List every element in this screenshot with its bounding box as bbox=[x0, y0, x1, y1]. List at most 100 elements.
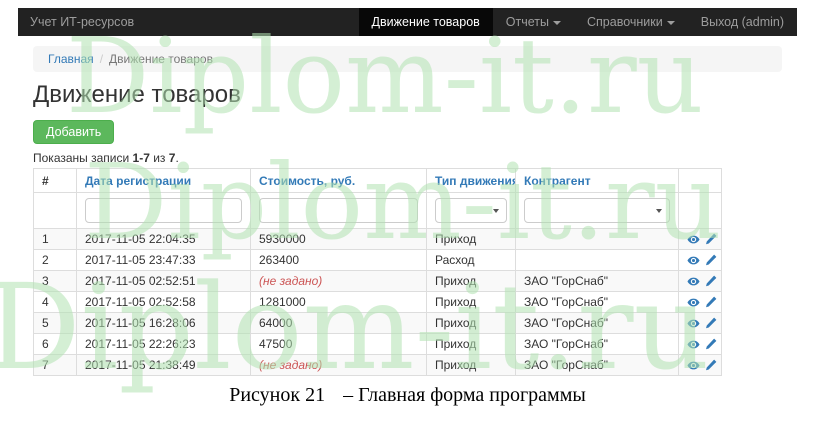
date-filter-cell bbox=[76, 192, 251, 229]
cell-actions bbox=[678, 354, 722, 376]
trash-icon[interactable] bbox=[721, 254, 722, 267]
cell-type: Приход bbox=[426, 354, 516, 376]
header-row: # Дата регистрации Стоимость, руб. Тип д… bbox=[33, 168, 722, 193]
contractor-filter-select[interactable] bbox=[524, 198, 670, 223]
type-filter-select[interactable] bbox=[435, 198, 507, 223]
eye-icon[interactable] bbox=[687, 359, 700, 372]
chevron-down-icon bbox=[493, 209, 499, 213]
cell-date: 2017-11-05 23:47:33 bbox=[76, 249, 251, 271]
trash-icon[interactable] bbox=[721, 338, 722, 351]
breadcrumb-separator: / bbox=[99, 52, 104, 66]
cell-type: Приход bbox=[426, 312, 516, 334]
cell-contractor bbox=[515, 228, 679, 250]
pencil-icon[interactable] bbox=[704, 233, 717, 246]
pencil-icon[interactable] bbox=[704, 317, 717, 330]
app-screenshot: Учет ИТ-ресурсов Движение товаров Отчеты… bbox=[18, 8, 797, 376]
num-filter-cell bbox=[33, 192, 77, 229]
table-row: 6 2017-11-05 22:26:23 47500 Приход ЗАО "ГорС… bbox=[33, 333, 722, 355]
col-header-cost: Стоимость, руб. bbox=[250, 168, 427, 193]
table-body: 1 2017-11-05 22:04:35 5930000 Приход 2 2017-1… bbox=[33, 228, 722, 376]
document-page: Учет ИТ-ресурсов Движение товаров Отчеты… bbox=[0, 0, 815, 431]
cell-num: 4 bbox=[33, 291, 77, 313]
goods-movement-table: # Дата регистрации Стоимость, руб. Тип д… bbox=[33, 168, 722, 376]
pencil-icon[interactable] bbox=[704, 254, 717, 267]
cell-type: Приход bbox=[426, 291, 516, 313]
chevron-down-icon bbox=[553, 20, 562, 25]
breadcrumb: Главная / Движение товаров bbox=[33, 46, 782, 72]
filter-row bbox=[33, 192, 722, 229]
table-row: 4 2017-11-05 02:52:58 1281000 Приход ЗАО "Го… bbox=[33, 291, 722, 313]
col-header-contractor: Контрагент bbox=[515, 168, 679, 193]
col-header-num: # bbox=[33, 168, 77, 193]
sort-link-cost[interactable]: Стоимость, руб. bbox=[259, 174, 355, 188]
cell-num: 1 bbox=[33, 228, 77, 250]
table-row: 3 2017-11-05 02:52:51 (не задано) Приход ЗАО… bbox=[33, 270, 722, 292]
date-filter-input[interactable] bbox=[85, 198, 242, 223]
cell-num: 3 bbox=[33, 270, 77, 292]
pencil-icon[interactable] bbox=[704, 338, 717, 351]
actions-filter-cell bbox=[678, 192, 722, 229]
cell-contractor: ЗАО "ГорСнаб" bbox=[515, 291, 679, 313]
cell-actions bbox=[678, 249, 722, 271]
pencil-icon[interactable] bbox=[704, 296, 717, 309]
cell-date: 2017-11-05 21:38:49 bbox=[76, 354, 251, 376]
nav-item-reports[interactable]: Отчеты bbox=[493, 8, 574, 36]
cell-date: 2017-11-05 22:04:35 bbox=[76, 228, 251, 250]
cell-actions bbox=[678, 228, 722, 250]
chevron-down-icon bbox=[666, 20, 675, 25]
nav-item-directories[interactable]: Справочники bbox=[574, 8, 688, 36]
table-row: 7 2017-11-05 21:38:49 (не задано) Приход ЗАО… bbox=[33, 354, 722, 376]
breadcrumb-home-link[interactable]: Главная bbox=[48, 52, 94, 66]
cell-type: Приход bbox=[426, 333, 516, 355]
cell-actions bbox=[678, 270, 722, 292]
cell-type: Приход bbox=[426, 270, 516, 292]
figure-number: Рисунок 21 bbox=[229, 384, 326, 406]
cell-date: 2017-11-05 02:52:51 bbox=[76, 270, 251, 292]
trash-icon[interactable] bbox=[721, 359, 722, 372]
nav-item-goods-movement[interactable]: Движение товаров bbox=[358, 8, 493, 36]
col-header-actions bbox=[678, 168, 722, 193]
trash-icon[interactable] bbox=[721, 275, 722, 288]
cell-cost: (не задано) bbox=[250, 354, 427, 376]
cell-actions bbox=[678, 291, 722, 313]
eye-icon[interactable] bbox=[687, 254, 700, 267]
navbar-menu: Движение товаров Отчеты Справочники Выхо… bbox=[358, 8, 797, 36]
nav-item-logout[interactable]: Выход (admin) bbox=[688, 8, 797, 36]
add-button[interactable]: Добавить bbox=[33, 120, 115, 144]
table-row: 5 2017-11-05 16:28:06 64000 Приход ЗАО "ГорС… bbox=[33, 312, 722, 334]
col-header-date: Дата регистрации bbox=[76, 168, 251, 193]
eye-icon[interactable] bbox=[687, 317, 700, 330]
cell-num: 5 bbox=[33, 312, 77, 334]
type-filter-cell bbox=[426, 192, 516, 229]
eye-icon[interactable] bbox=[687, 296, 700, 309]
cost-filter-input[interactable] bbox=[259, 198, 418, 223]
pencil-icon[interactable] bbox=[704, 275, 717, 288]
eye-icon[interactable] bbox=[687, 233, 700, 246]
summary-range: 1-7 bbox=[132, 151, 150, 165]
chevron-down-icon bbox=[656, 209, 662, 213]
page-title: Движение товаров bbox=[33, 81, 241, 108]
cell-cost: 263400 bbox=[250, 249, 427, 271]
eye-icon[interactable] bbox=[687, 338, 700, 351]
cell-type: Приход bbox=[426, 228, 516, 250]
cell-contractor bbox=[515, 249, 679, 271]
figure-caption-text: – Главная форма программы bbox=[343, 384, 586, 406]
sort-link-type[interactable]: Тип движения bbox=[435, 174, 515, 188]
pencil-icon[interactable] bbox=[704, 359, 717, 372]
sort-link-contractor[interactable]: Контрагент bbox=[524, 174, 591, 188]
cell-num: 6 bbox=[33, 333, 77, 355]
cell-contractor: ЗАО "ГорСнаб" bbox=[515, 333, 679, 355]
trash-icon[interactable] bbox=[721, 233, 722, 246]
cell-cost: 47500 bbox=[250, 333, 427, 355]
trash-icon[interactable] bbox=[721, 296, 722, 309]
cell-cost: (не задано) bbox=[250, 270, 427, 292]
app-brand[interactable]: Учет ИТ-ресурсов bbox=[18, 8, 146, 36]
eye-icon[interactable] bbox=[687, 275, 700, 288]
trash-icon[interactable] bbox=[721, 317, 722, 330]
top-navbar: Учет ИТ-ресурсов Движение товаров Отчеты… bbox=[18, 8, 797, 36]
contractor-filter-cell bbox=[515, 192, 679, 229]
cell-type: Расход bbox=[426, 249, 516, 271]
table-row: 1 2017-11-05 22:04:35 5930000 Приход bbox=[33, 228, 722, 250]
figure-caption: Рисунок 21 – Главная форма программы bbox=[0, 384, 815, 407]
sort-link-date[interactable]: Дата регистрации bbox=[85, 174, 191, 188]
